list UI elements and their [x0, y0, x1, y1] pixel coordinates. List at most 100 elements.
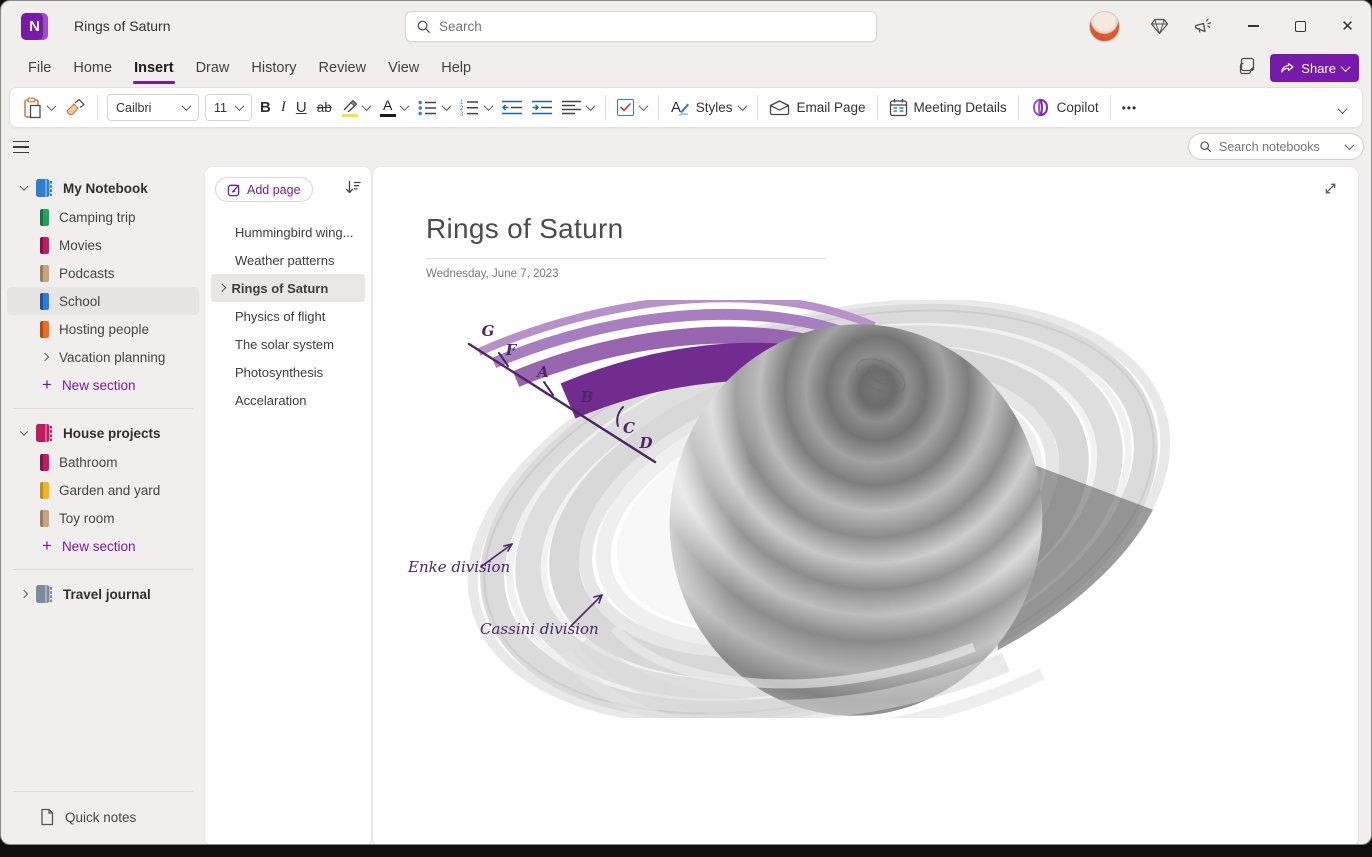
search-input[interactable] [439, 19, 866, 34]
page-date: Wednesday, June 7, 2023 [426, 268, 1358, 280]
ring-label-a: A [535, 363, 549, 381]
section-garden-and-yard[interactable]: Garden and yard [7, 476, 199, 504]
page-title-label: Physics of flight [235, 309, 325, 324]
expand-page-button[interactable] [1323, 181, 1338, 201]
search-notebooks-box[interactable] [1188, 133, 1364, 160]
onenote-window: N Rings of Saturn ✕ File Home Insert Dra… [0, 0, 1372, 845]
menu-view[interactable]: View [377, 54, 430, 82]
numbered-list-button[interactable]: 123 [455, 92, 497, 124]
decrease-indent-button[interactable] [497, 92, 527, 124]
email-page-button[interactable]: Email Page [764, 92, 870, 124]
todo-tag-button[interactable] [612, 92, 652, 124]
page-copy-icon[interactable] [1238, 57, 1256, 80]
page-title[interactable]: Rings of Saturn [426, 213, 1358, 245]
premium-diamond-icon[interactable] [1142, 9, 1176, 43]
svg-text:3: 3 [460, 112, 464, 116]
close-icon: ✕ [1341, 17, 1354, 35]
page-item[interactable]: Accelaration [211, 386, 365, 414]
onenote-logo-icon[interactable]: N [21, 13, 48, 40]
chevron-collapsed-icon[interactable] [13, 591, 35, 597]
alignment-button[interactable] [557, 92, 599, 124]
section-school[interactable]: School [7, 287, 199, 315]
chevron-expanded-icon[interactable] [13, 185, 35, 191]
chevron-expanded-icon[interactable] [13, 430, 35, 436]
maximize-icon [1295, 21, 1306, 32]
section-podcasts[interactable]: Podcasts [7, 259, 199, 287]
feedback-megaphone-icon[interactable] [1186, 9, 1220, 43]
menu-insert[interactable]: Insert [123, 54, 185, 82]
page-item[interactable]: Physics of flight [211, 302, 365, 330]
search-notebooks-input[interactable] [1219, 140, 1346, 154]
section-movies[interactable]: Movies [7, 231, 199, 259]
increase-indent-button[interactable] [527, 92, 557, 124]
section-bathroom[interactable]: Bathroom [7, 448, 199, 476]
increase-indent-icon [532, 100, 552, 115]
notebook-name: House projects [63, 426, 161, 441]
page-title-label: Weather patterns [235, 253, 334, 268]
menu-home[interactable]: Home [62, 54, 123, 82]
new-section-button-1[interactable]: +New section [7, 371, 199, 399]
page-canvas[interactable]: Rings of Saturn Wednesday, June 7, 2023 [373, 167, 1358, 845]
minimize-button[interactable] [1230, 1, 1277, 51]
underline-button[interactable]: U [291, 92, 312, 124]
menu-history[interactable]: History [240, 54, 307, 82]
section-camping-trip[interactable]: Camping trip [7, 203, 199, 231]
format-painter-button[interactable] [60, 92, 91, 124]
bullet-list-button[interactable] [413, 92, 455, 124]
meeting-details-button[interactable]: Meeting Details [884, 92, 1012, 124]
maximize-button[interactable] [1277, 1, 1324, 51]
chevron-down-icon [1341, 62, 1351, 72]
font-name-select[interactable]: Cailbri [107, 94, 199, 121]
menu-help[interactable]: Help [430, 54, 482, 82]
font-size-select[interactable]: 11 [205, 94, 252, 121]
strikethrough-button[interactable]: ab [312, 92, 337, 124]
svg-text:A: A [671, 99, 681, 116]
quick-notes-label: Quick notes [65, 810, 136, 825]
alignment-icon [562, 100, 581, 115]
styles-button[interactable]: A Styles [665, 92, 752, 124]
menubar-right: Share [1238, 51, 1359, 85]
hamburger-menu-icon[interactable] [13, 134, 39, 160]
page-item-selected[interactable]: Rings of Saturn [211, 274, 365, 302]
new-section-button-2[interactable]: +New section [7, 532, 199, 560]
add-page-button[interactable]: Add page [215, 177, 313, 202]
menu-file[interactable]: File [17, 54, 62, 82]
notebook-my-notebook[interactable]: My Notebook [7, 173, 199, 203]
section-hosting-people[interactable]: Hosting people [7, 315, 199, 343]
plus-icon: + [42, 536, 52, 556]
paste-button[interactable] [18, 92, 60, 124]
ribbon-overflow-button[interactable]: ••• [1117, 92, 1143, 124]
bold-button[interactable]: B [255, 92, 276, 124]
enke-division-label: Enke division [407, 558, 510, 576]
page-list-panel: Add page Hummingbird wing... Weather pat… [205, 167, 371, 845]
ribbon-collapse-chevron-icon[interactable] [1338, 104, 1348, 114]
minimize-icon [1248, 25, 1259, 26]
chevron-down-icon [399, 101, 409, 111]
section-label: Toy room [59, 511, 115, 526]
sort-pages-button[interactable] [345, 179, 361, 200]
notebook-travel-journal[interactable]: Travel journal [7, 579, 199, 609]
highlight-button[interactable] [337, 92, 375, 124]
avatar[interactable] [1089, 11, 1120, 42]
section-toy-room[interactable]: Toy room [7, 504, 199, 532]
section-label: Bathroom [59, 455, 118, 470]
quick-notes-button[interactable]: Quick notes [7, 804, 199, 830]
page-item[interactable]: The solar system [211, 330, 365, 358]
styles-label: Styles [696, 100, 733, 115]
section-group-vacation-planning[interactable]: Vacation planning [7, 343, 199, 371]
page-item[interactable]: Photosynthesis [211, 358, 365, 386]
meeting-details-label: Meeting Details [914, 100, 1007, 115]
font-color-button[interactable]: A [375, 92, 413, 124]
notebook-house-projects[interactable]: House projects [7, 418, 199, 448]
page-item[interactable]: Weather patterns [211, 246, 365, 274]
search-box[interactable] [405, 11, 877, 42]
copilot-button[interactable]: Copilot [1025, 92, 1104, 124]
menu-draw[interactable]: Draw [185, 54, 241, 82]
subheader [1, 131, 1371, 163]
page-item[interactable]: Hummingbird wing... [211, 218, 365, 246]
menu-review[interactable]: Review [308, 54, 378, 82]
close-button[interactable]: ✕ [1324, 1, 1371, 51]
share-button[interactable]: Share [1270, 54, 1359, 82]
saturn-figure[interactable]: G F A B C D Enke division Cassini divisi… [396, 300, 1196, 718]
italic-button[interactable]: I [276, 92, 291, 124]
